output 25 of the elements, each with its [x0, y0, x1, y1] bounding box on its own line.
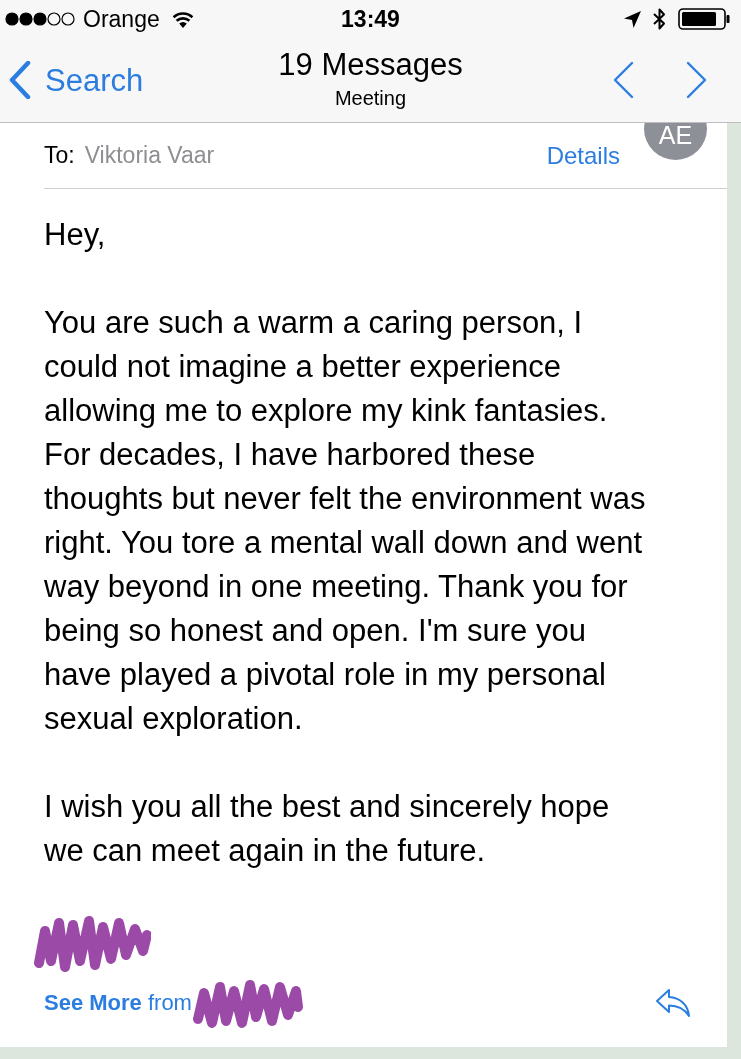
next-message-button[interactable]	[686, 61, 707, 99]
previous-message-button[interactable]	[613, 61, 634, 99]
thread-subject: Meeting	[334, 86, 407, 110]
thread-title: 19 Messages	[278, 46, 463, 84]
chevron-right-icon	[686, 61, 707, 99]
body-paragraph: I wish you all the best and sincerely hope we can meet again in the future.	[44, 788, 611, 870]
reply-button[interactable]	[655, 988, 691, 1018]
see-more-link[interactable]: See More from	[44, 992, 192, 1014]
sender-scribble-icon	[191, 977, 304, 1029]
carrier-name: Orange	[83, 7, 160, 31]
back-button[interactable]: Search	[0, 61, 144, 99]
reply-arrow-icon	[655, 988, 691, 1018]
signal-strength-icon	[5, 12, 75, 26]
bluetooth-icon	[653, 8, 666, 30]
chevron-left-icon	[9, 61, 31, 99]
to-label: To:	[44, 144, 75, 167]
location-arrow-icon	[624, 10, 641, 28]
wifi-icon	[171, 10, 194, 28]
clock-time: 13:49	[341, 7, 400, 31]
details-link[interactable]: Details	[546, 143, 620, 168]
body-paragraph: You are such a warm a caring person, I could not imagine a better experience allowing me to explore my kink fantasies. For decades, I have harbored these thoughts but never felt the environment was right. You tore a mental wall down and went way beyond in one meeting. Thank you for being so honest and open. I'm sure you have played a pivotal role in my personal sexual exploration.	[44, 304, 647, 738]
recipient-name: Viktoria Vaar	[84, 144, 215, 167]
battery-icon	[678, 8, 730, 30]
greeting-text: Hey,	[44, 216, 106, 254]
chevron-left-icon	[613, 61, 634, 99]
